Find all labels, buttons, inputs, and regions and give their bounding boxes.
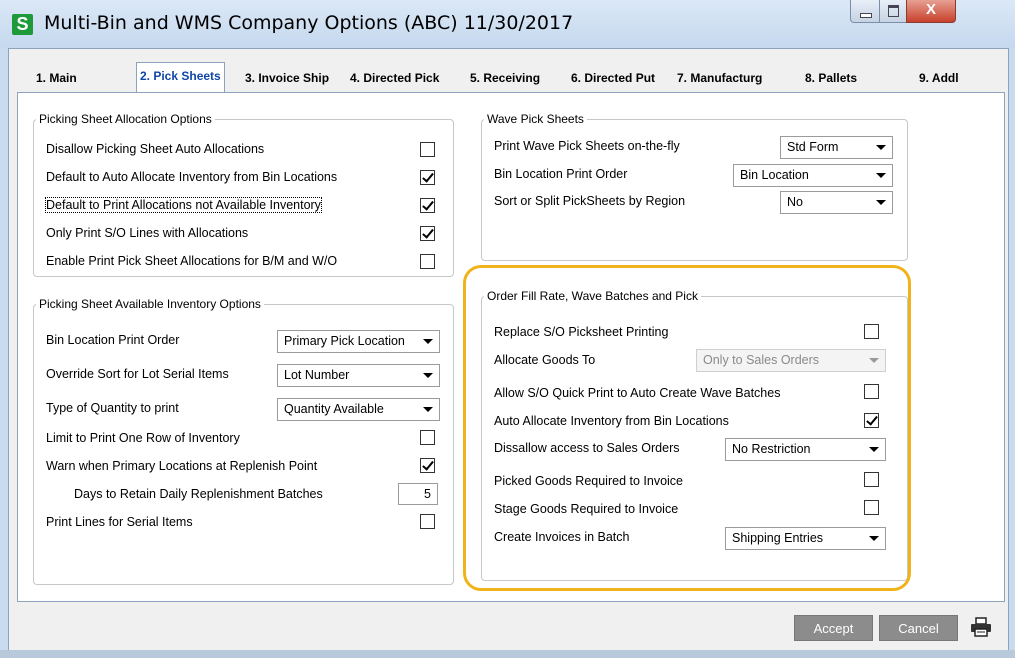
wave-on-the-fly-label: Print Wave Pick Sheets on-the-fly (494, 139, 680, 153)
create-invoices-label: Create Invoices in Batch (494, 530, 630, 544)
inv-bin-print-order-select[interactable]: Primary Pick Location (277, 330, 440, 353)
override-sort-value: Lot Number (284, 368, 350, 382)
limit-one-row-checkbox[interactable] (420, 430, 435, 445)
quick-print-checkbox[interactable] (864, 384, 879, 399)
tab-pick-sheets[interactable]: 2. Pick Sheets (136, 62, 225, 93)
cancel-button[interactable]: Cancel (879, 615, 958, 641)
warn-replenish-checkbox[interactable] (420, 458, 435, 473)
replace-printing-label: Replace S/O Picksheet Printing (494, 325, 669, 339)
chevron-down-icon (876, 145, 886, 150)
default-auto-alloc-checkbox[interactable] (420, 170, 435, 185)
enable-bm-wo-label: Enable Print Pick Sheet Allocations for … (46, 254, 338, 268)
sort-split-select[interactable]: No (780, 191, 893, 214)
sort-split-label: Sort or Split PickSheets by Region (494, 194, 686, 208)
tab-receiving[interactable]: 5. Receiving (470, 66, 540, 90)
tab-pallets[interactable]: 8. Pallets (805, 66, 857, 90)
print-serial-label: Print Lines for Serial Items (46, 515, 193, 529)
dissallow-access-select[interactable]: No Restriction (725, 438, 886, 461)
qty-type-select[interactable]: Quantity Available (277, 398, 440, 421)
tab-addl[interactable]: 9. Addl (919, 66, 959, 90)
app-icon: S (12, 14, 33, 35)
default-auto-alloc-label: Default to Auto Allocate Inventory from … (46, 170, 338, 184)
wave-on-the-fly-select[interactable]: Std Form (780, 136, 893, 159)
chevron-down-icon (876, 173, 886, 178)
tab-manufacturing[interactable]: 7. Manufacturg (677, 66, 762, 90)
dissallow-access-label: Dissallow access to Sales Orders (494, 441, 680, 455)
dissallow-access-value: No Restriction (732, 442, 811, 456)
only-print-so-label: Only Print S/O Lines with Allocations (46, 226, 249, 240)
picked-required-label: Picked Goods Required to Invoice (494, 474, 683, 488)
order-fill-legend: Order Fill Rate, Wave Batches and Pick (487, 289, 698, 303)
chevron-down-icon (423, 339, 433, 344)
sort-split-value: No (787, 195, 803, 209)
create-invoices-select[interactable]: Shipping Entries (725, 527, 886, 550)
qty-type-value: Quantity Available (284, 402, 384, 416)
tab-bar: 1. Main 2. Pick Sheets 3. Invoice Ship 4… (8, 62, 1004, 93)
auto-allocate-checkbox[interactable] (864, 413, 879, 428)
tab-directed-pick[interactable]: 4. Directed Pick (350, 66, 439, 90)
tab-invoice-ship[interactable]: 3. Invoice Ship (245, 66, 329, 90)
wave-on-the-fly-value: Std Form (787, 140, 839, 154)
days-retain-input[interactable]: 5 (398, 483, 438, 505)
close-button[interactable]: X (906, 0, 956, 23)
wave-bin-print-order-value: Bin Location (740, 168, 809, 182)
maximize-button[interactable] (879, 0, 907, 23)
allocate-goods-select[interactable]: Only to Sales Orders (696, 349, 886, 372)
default-print-alloc-checkbox[interactable] (420, 198, 435, 213)
wave-bin-print-order-select[interactable]: Bin Location (733, 164, 893, 187)
override-sort-label: Override Sort for Lot Serial Items (46, 367, 229, 381)
inv-bin-print-order-label: Bin Location Print Order (46, 333, 180, 347)
app-window: S Multi-Bin and WMS Company Options (ABC… (0, 0, 1015, 658)
chevron-down-icon (423, 373, 433, 378)
allocation-options-group: Picking Sheet Allocation Options (33, 112, 454, 277)
allocation-options-legend: Picking Sheet Allocation Options (39, 112, 212, 126)
allocate-goods-label: Allocate Goods To (494, 353, 596, 367)
auto-allocate-label: Auto Allocate Inventory from Bin Locatio… (494, 414, 729, 428)
disallow-auto-alloc-checkbox[interactable] (420, 142, 435, 157)
quick-print-label: Allow S/O Quick Print to Auto Create Wav… (494, 386, 781, 400)
close-icon: X (925, 1, 936, 18)
wave-bin-print-order-label: Bin Location Print Order (494, 167, 628, 181)
inv-bin-print-order-value: Primary Pick Location (284, 334, 405, 348)
window-title: Multi-Bin and WMS Company Options (ABC) … (44, 12, 574, 34)
taskbar-strip (0, 650, 1015, 658)
picked-required-checkbox[interactable] (864, 472, 879, 487)
chevron-down-icon (423, 407, 433, 412)
enable-bm-wo-checkbox[interactable] (420, 254, 435, 269)
default-print-alloc-label: Default to Print Allocations not Availab… (45, 197, 322, 213)
tab-main[interactable]: 1. Main (36, 66, 77, 90)
accept-button[interactable]: Accept (794, 615, 873, 641)
print-serial-checkbox[interactable] (420, 514, 435, 529)
stage-required-label: Stage Goods Required to Invoice (494, 502, 679, 516)
only-print-so-checkbox[interactable] (420, 226, 435, 241)
wave-pick-legend: Wave Pick Sheets (487, 112, 584, 126)
warn-replenish-label: Warn when Primary Locations at Replenish… (46, 459, 318, 473)
chevron-down-icon (869, 447, 879, 452)
replace-printing-checkbox[interactable] (864, 324, 879, 339)
chevron-down-icon (869, 536, 879, 541)
available-inventory-legend: Picking Sheet Available Inventory Option… (39, 297, 261, 311)
days-retain-label: Days to Retain Daily Replenishment Batch… (74, 487, 323, 501)
printer-icon[interactable] (970, 617, 992, 637)
create-invoices-value: Shipping Entries (732, 531, 824, 545)
override-sort-select[interactable]: Lot Number (277, 364, 440, 387)
stage-required-checkbox[interactable] (864, 500, 879, 515)
tab-directed-put[interactable]: 6. Directed Put (571, 66, 655, 90)
minimize-button[interactable] (850, 0, 880, 23)
chevron-down-icon (869, 358, 879, 363)
limit-one-row-label: Limit to Print One Row of Inventory (46, 431, 240, 445)
chevron-down-icon (876, 200, 886, 205)
allocate-goods-value: Only to Sales Orders (703, 353, 820, 367)
disallow-auto-alloc-label: Disallow Picking Sheet Auto Allocations (46, 142, 265, 156)
title-bar: S Multi-Bin and WMS Company Options (ABC… (0, 0, 1015, 48)
qty-type-label: Type of Quantity to print (46, 401, 179, 415)
